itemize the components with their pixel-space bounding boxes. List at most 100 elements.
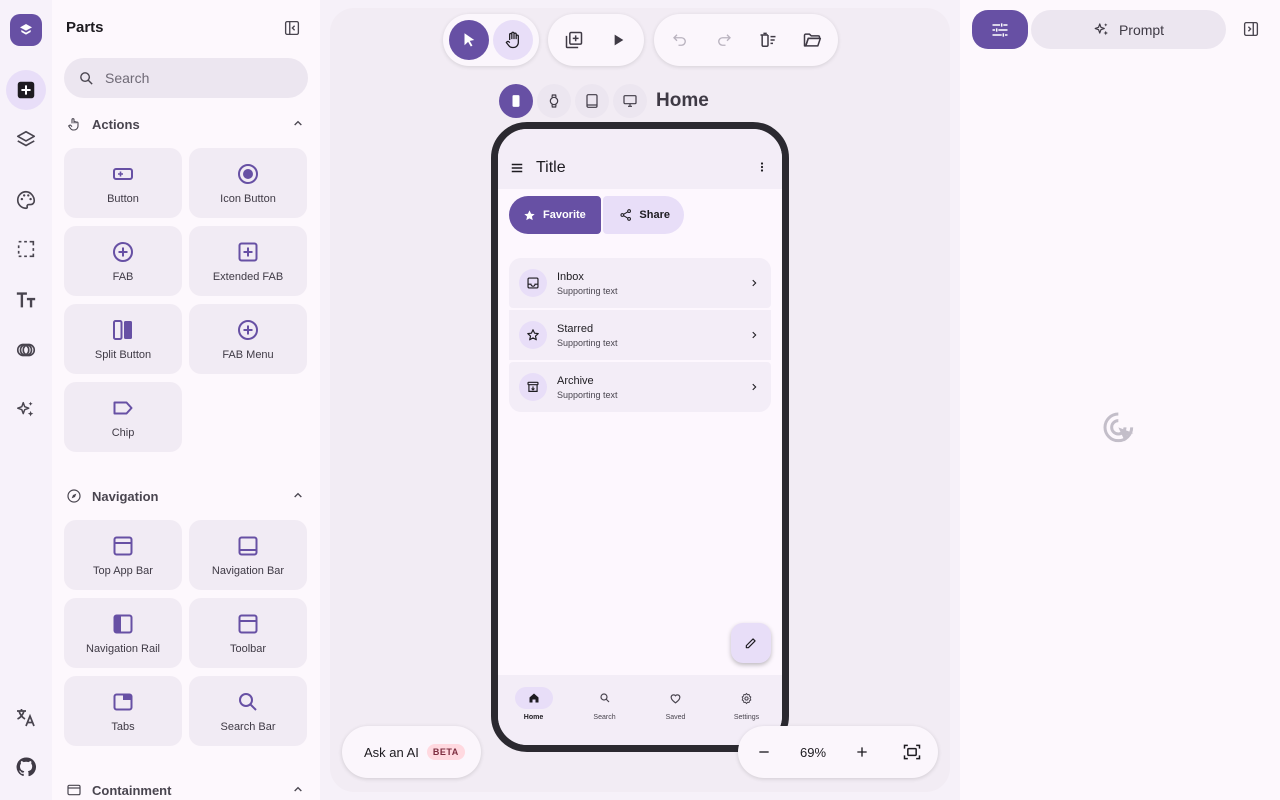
beta-badge: BETA (426, 744, 465, 760)
clear-button[interactable] (748, 20, 788, 60)
part-label: FAB Menu (222, 348, 274, 361)
part-icon-button[interactable]: Icon Button (189, 148, 307, 218)
part-split-button[interactable]: Split Button (64, 304, 182, 374)
play-icon (614, 34, 624, 46)
fit-screen-button[interactable] (898, 738, 926, 766)
layers-button[interactable] (6, 120, 46, 160)
preview-list: Inbox Supporting text Starred Supporting… (509, 258, 771, 414)
part-navigation-bar[interactable]: Navigation Bar (189, 520, 307, 590)
section-containment-label: Containment (92, 782, 172, 798)
zoom-level: 69% (799, 744, 827, 760)
minus-icon (759, 751, 769, 753)
section-containment[interactable]: Containment (66, 779, 306, 800)
panel-right-icon (1243, 21, 1259, 37)
ai-sparkle-icon (1094, 22, 1108, 35)
list-item-supporting: Supporting text (557, 337, 618, 348)
part-extended-fab[interactable]: Extended FAB (189, 226, 307, 296)
chevron-up-icon (290, 487, 306, 503)
nav-item-search[interactable]: Search (569, 675, 640, 745)
section-navigation-label: Navigation (92, 488, 159, 504)
more-vert-icon[interactable] (756, 160, 768, 174)
zoom-controls: 69% (738, 726, 938, 778)
desktop-icon (623, 95, 637, 107)
device-watch-button[interactable] (537, 84, 571, 118)
edit-icon (745, 638, 756, 649)
preview-navigation-bar: Home Search Saved Settings (498, 675, 782, 745)
part-chip[interactable]: Chip (64, 382, 182, 452)
device-switcher (499, 83, 647, 119)
device-tablet-button[interactable] (575, 84, 609, 118)
settings-icon (728, 687, 766, 709)
undo-button[interactable] (660, 20, 700, 60)
insert-toolbar (548, 14, 644, 66)
add-parts-button[interactable] (6, 70, 46, 110)
part-search-bar[interactable]: Search Bar (189, 676, 307, 746)
prompt-tab[interactable]: Prompt (1031, 10, 1226, 49)
collapse-panel-button[interactable] (281, 17, 303, 39)
list-item[interactable]: Inbox Supporting text (509, 258, 771, 308)
list-item[interactable]: Archive Supporting text (509, 362, 771, 412)
section-actions[interactable]: Actions (66, 113, 306, 135)
app-logo[interactable] (10, 14, 42, 46)
navigation-rail (0, 0, 52, 800)
screen-name: Home (656, 90, 709, 111)
theme-button[interactable] (6, 180, 46, 220)
part-button[interactable]: Button (64, 148, 182, 218)
ai-button[interactable] (6, 390, 46, 430)
section-actions-label: Actions (92, 116, 140, 132)
split-icon (111, 318, 135, 342)
share-button[interactable]: Share (603, 196, 684, 234)
list-item-title: Archive (557, 374, 594, 387)
rail-icon (111, 612, 135, 636)
select-button[interactable] (6, 229, 46, 269)
share-icon (620, 209, 631, 221)
select-tool-button[interactable] (449, 20, 489, 60)
parts-search[interactable] (64, 58, 308, 98)
components-button[interactable] (6, 330, 46, 370)
section-navigation[interactable]: Navigation (66, 485, 306, 507)
share-label: Share (639, 209, 670, 221)
list-item[interactable]: Starred Supporting text (509, 310, 771, 360)
menu-icon[interactable] (510, 161, 524, 175)
properties-tab[interactable] (972, 10, 1028, 49)
prompt-label: Prompt (1118, 21, 1165, 38)
part-fab-menu[interactable]: FAB Menu (189, 304, 307, 374)
preview-fab[interactable] (731, 623, 771, 663)
search-icon (586, 687, 624, 709)
zoom-out-button[interactable] (750, 738, 778, 766)
language-button[interactable] (6, 697, 46, 737)
add-icon (17, 81, 35, 99)
play-button[interactable] (598, 20, 638, 60)
nav-item-saved[interactable]: Saved (640, 675, 711, 745)
search-input[interactable] (105, 70, 285, 86)
redo-button[interactable] (704, 20, 744, 60)
favorite-label: Favorite (543, 209, 586, 221)
tabs-icon (111, 690, 135, 714)
part-navigation-rail[interactable]: Navigation Rail (64, 598, 182, 668)
github-button[interactable] (6, 747, 46, 787)
typography-button[interactable] (6, 280, 46, 320)
open-file-button[interactable] (792, 20, 832, 60)
pan-tool-button[interactable] (493, 20, 533, 60)
nav-item-home[interactable]: Home (498, 675, 569, 745)
phone-preview[interactable]: Title Favorite Share Inbox Supporting te… (491, 122, 789, 752)
zoom-in-button[interactable] (848, 738, 876, 766)
preview-top-app-bar[interactable]: Title (498, 129, 782, 189)
part-top-app-bar[interactable]: Top App Bar (64, 520, 182, 590)
device-desktop-button[interactable] (613, 84, 647, 118)
part-label: Toolbar (229, 642, 267, 655)
plus-icon (857, 747, 867, 757)
part-tabs[interactable]: Tabs (64, 676, 182, 746)
heart-icon (657, 687, 695, 709)
add-screen-button[interactable] (554, 20, 594, 60)
device-phone-button[interactable] (499, 84, 533, 118)
search-icon (80, 71, 93, 85)
part-toolbar[interactable]: Toolbar (189, 598, 307, 668)
collapse-right-panel-button[interactable] (1242, 20, 1260, 38)
list-item-supporting: Supporting text (557, 285, 618, 296)
nav-label: Search (593, 714, 616, 721)
ask-ai-button[interactable]: Ask an AI BETA (342, 726, 481, 778)
part-label: Navigation Rail (86, 642, 160, 655)
favorite-button[interactable]: Favorite (509, 196, 601, 234)
part-fab[interactable]: FAB (64, 226, 182, 296)
